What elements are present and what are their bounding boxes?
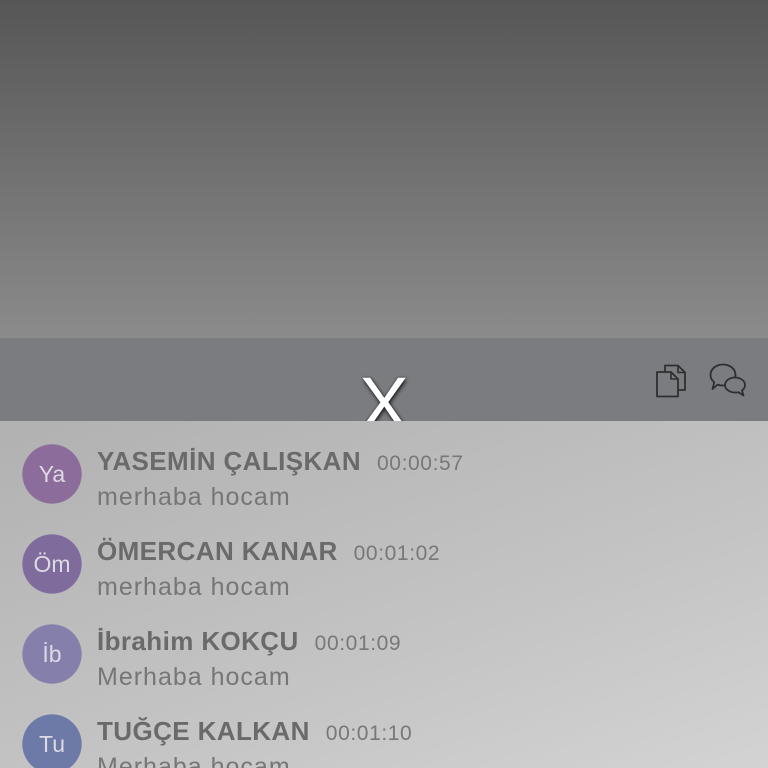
video-area (0, 0, 768, 338)
message-text: Merhaba hocam (97, 753, 291, 768)
message-text: Merhaba hocam (97, 663, 291, 691)
sender-name: YASEMİN ÇALIŞKAN (97, 446, 362, 476)
message-time: 00:01:10 (325, 722, 413, 745)
message-time: 00:01:02 (353, 542, 441, 565)
documents-icon-graphic (656, 364, 686, 398)
documents-icon[interactable] (655, 364, 687, 398)
message-body: YASEMİN ÇALIŞKAN 00:00:57 merhaba hocam (97, 446, 464, 512)
message-header: TUĞÇE KALKAN 00:01:10 (97, 716, 412, 746)
message-header: İbrahim KOKÇU 00:01:09 (97, 626, 401, 656)
avatar-initials: Ya (38, 461, 66, 487)
message-body: TUĞÇE KALKAN 00:01:10 Merhaba hocam (97, 716, 412, 768)
avatar: Tu (22, 714, 82, 768)
message-time: 00:00:57 (377, 452, 464, 475)
message-text: merhaba hocam (97, 483, 291, 511)
message-body: ÖMERCAN KANAR 00:01:02 merhaba hocam (97, 536, 440, 602)
chat-message: İb İbrahim KOKÇU 00:01:09 Merhaba hocam (0, 624, 768, 714)
chat-message: Tu TUĞÇE KALKAN 00:01:10 Merhaba hocam (0, 714, 768, 768)
avatar-initials: Tu (39, 731, 65, 757)
sender-name: TUĞÇE KALKAN (97, 716, 310, 746)
sender-name: İbrahim KOKÇU (97, 626, 299, 656)
front-sheet (656, 371, 679, 398)
message-header: YASEMİN ÇALIŞKAN 00:00:57 (97, 446, 464, 476)
chat-message-list: Ya YASEMİN ÇALIŞKAN 00:00:57 merhaba hoca… (0, 421, 768, 768)
message-body: İbrahim KOKÇU 00:01:09 Merhaba hocam (97, 626, 401, 692)
message-header: ÖMERCAN KANAR 00:01:02 (97, 536, 440, 566)
avatar: İb (22, 624, 82, 684)
chat-bubbles-icon[interactable] (709, 362, 747, 398)
chat-message: Öm ÖMERCAN KANAR 00:01:02 merhaba hocam (0, 534, 768, 624)
avatar: Ya (22, 444, 82, 504)
chat-message: Ya YASEMİN ÇALIŞKAN 00:00:57 merhaba hoca… (0, 444, 768, 534)
avatar-initials: İb (42, 641, 62, 667)
avatar-initials: Öm (33, 551, 71, 577)
message-text: merhaba hocam (97, 573, 291, 601)
small-bubble (724, 376, 746, 397)
sender-name: ÖMERCAN KANAR (97, 536, 338, 566)
chat-bubbles-icon-graphic (709, 363, 746, 397)
avatar: Öm (22, 534, 82, 594)
message-time: 00:01:09 (314, 632, 402, 655)
